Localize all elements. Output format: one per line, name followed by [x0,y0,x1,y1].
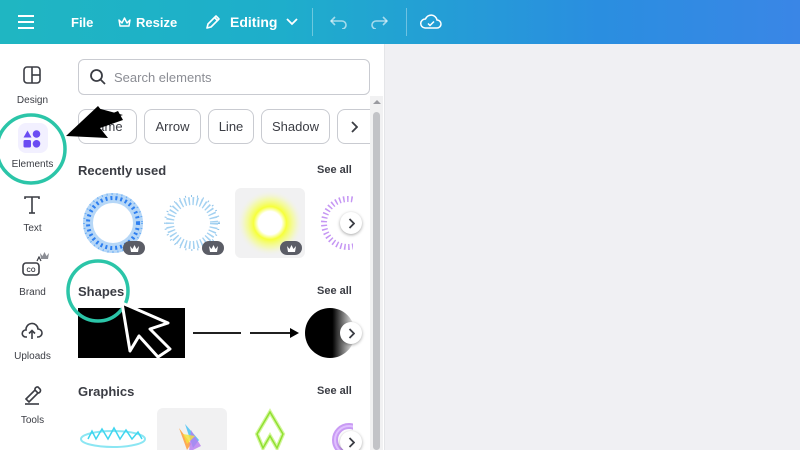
chip-label: Line [218,119,244,134]
rail-item-uploads[interactable]: Uploads [0,320,65,380]
redo-icon [371,16,388,29]
rail-label-design: Design [16,95,49,106]
editing-mode-button[interactable]: Editing [204,0,299,44]
chevron-right-icon [348,217,355,229]
rail-label-tools: Tools [20,415,45,426]
side-navigation: Design Elements Text CO Brand Uploads To… [0,44,65,450]
upload-cloud-icon [21,322,43,339]
recent-element-thumbnail[interactable] [235,188,305,258]
toolbar-divider [312,8,313,36]
shapes-next-button[interactable] [340,322,362,344]
tools-icon [24,386,42,405]
resize-label: Resize [136,14,178,30]
premium-badge [280,241,302,255]
crown-icon [286,244,296,252]
see-all-recently-used[interactable]: See all [317,164,352,176]
search-icon [90,69,106,85]
arrow-shape-thumbnail[interactable] [248,319,302,347]
section-title-recently-used: Recently used [78,163,167,178]
recent-element-thumbnail[interactable] [78,188,148,258]
svg-text:CO: CO [27,268,36,274]
rail-label-text: Text [23,223,42,234]
shapes-icon [23,130,41,148]
graphic-thumbnail[interactable] [78,409,148,450]
chevron-right-icon [348,436,355,448]
section-title-graphics: Graphics [78,384,135,399]
editing-label: Editing [230,14,278,30]
redo-button[interactable] [370,0,388,44]
rail-item-tools[interactable]: Tools [0,384,65,444]
see-all-graphics[interactable]: See all [317,385,352,397]
recently-used-next-button[interactable] [340,212,362,234]
crown-icon [40,252,49,259]
recent-element-thumbnail[interactable] [157,188,227,258]
top-bar: File Resize Editing [0,0,800,44]
rectangle-shape-thumbnail[interactable] [78,308,185,358]
cloud-check-icon [420,14,442,29]
chips-scroll-right-button[interactable] [337,109,370,144]
see-all-shapes[interactable]: See all [317,285,352,297]
chip-frame[interactable]: Frame [78,109,137,144]
chevron-down-icon [286,18,299,26]
chip-arrow[interactable]: Arrow [144,109,201,144]
rail-item-design[interactable]: Design [0,64,65,124]
graphics-next-button[interactable] [340,431,362,450]
file-menu-label: File [71,14,94,30]
chevron-right-icon [351,120,358,133]
line-shape-thumbnail[interactable] [191,319,243,347]
rail-label-uploads: Uploads [14,351,51,362]
rainbow-sparkle-graphic [179,424,201,450]
hamburger-icon [18,15,34,29]
scroll-up-arrow-icon[interactable] [372,99,382,105]
rail-item-text[interactable]: Text [0,194,65,254]
resize-button[interactable]: Resize [118,0,177,44]
chip-label: Frame [85,119,123,134]
crown-icon [118,16,131,27]
layout-icon [23,66,41,84]
chevron-right-icon [348,327,355,339]
text-icon [24,196,40,214]
premium-badge [123,241,145,255]
search-input[interactable]: Search elements [78,59,370,95]
menu-button[interactable] [18,0,36,44]
chip-label: Shadow [272,119,319,134]
premium-badge [202,241,224,255]
rail-label-elements: Elements [11,159,54,170]
cloud-save-button[interactable] [420,0,442,44]
pencil-icon [206,15,220,29]
design-canvas[interactable] [386,44,800,450]
rail-label-brand: Brand [19,287,46,298]
crown-icon [129,244,139,252]
panel-scrollbar-thumb[interactable] [373,112,380,450]
rail-item-brand[interactable]: CO Brand [0,252,65,316]
section-title-shapes: Shapes [78,284,125,299]
file-menu-button[interactable]: File [71,0,93,44]
chip-label: Arrow [155,119,190,134]
rail-item-elements[interactable]: Elements [0,123,65,188]
graphic-thumbnail[interactable] [235,408,305,450]
undo-icon [330,16,347,29]
search-placeholder: Search elements [114,70,212,85]
elements-panel: Search elements Frame Arrow Line Shadow … [65,44,385,450]
undo-button[interactable] [330,0,348,44]
chip-line[interactable]: Line [208,109,254,144]
chip-shadow[interactable]: Shadow [261,109,330,144]
crown-icon [208,244,218,252]
toolbar-divider [406,8,407,36]
graphic-thumbnail[interactable] [157,408,227,450]
